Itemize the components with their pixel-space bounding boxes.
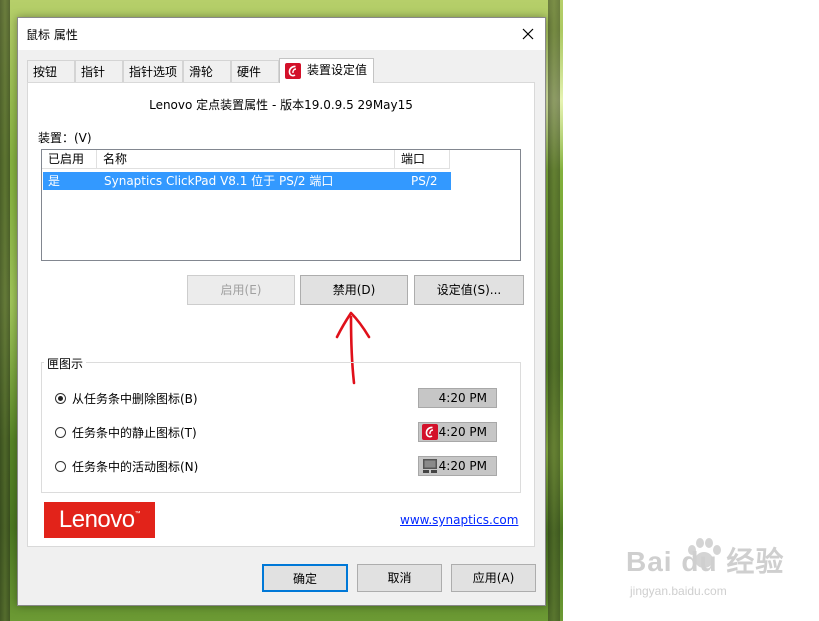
device-enabled: 是 [48,174,61,188]
synaptics-link[interactable]: www.synaptics.com [400,513,518,527]
radio-label: 任务条中的活动图标(N) [72,460,199,474]
close-icon [522,28,534,40]
window-title: 鼠标 属性 [26,28,78,42]
mouse-properties-dialog: 鼠标 属性 按钮 指针 指针选项 滑轮 硬件 装置设定值 Lenovo 定点装置… [17,17,546,606]
tray-time: 4:20 PM [438,391,487,405]
version-text: Lenovo 定点装置属性 - 版本19.0.9.5 29May15 [149,98,413,112]
logo-text: Lenovo [58,506,135,533]
column-enabled[interactable]: 已启用 [42,150,97,169]
tab-label: 指针 [81,65,106,79]
device-list[interactable]: 已启用 名称 端口 是 Synaptics ClickPad V8.1 位于 P… [41,149,521,261]
watermark-main: Bai du 经验 [626,546,785,577]
tree-trunk [0,0,10,621]
radio-dot[interactable] [55,427,66,438]
tray-preview-static: 4:20 PM [418,422,497,442]
device-name: Synaptics ClickPad V8.1 位于 PS/2 端口 [104,174,334,188]
synaptics-icon [285,62,301,79]
tab-label: 硬件 [237,65,262,79]
tab-label: 装置设定值 [307,63,368,77]
device-settings-panel: Lenovo 定点装置属性 - 版本19.0.9.5 29May15 装置：(V… [27,82,535,547]
watermark-url: jingyan.baidu.com [630,584,727,598]
settings-button[interactable]: 设定值(S)... [414,275,524,305]
close-button[interactable] [516,22,540,46]
tab-label: 按钮 [33,65,58,79]
synaptics-icon [422,424,438,440]
tab-label: 滑轮 [189,65,214,79]
tray-preview-active: 4:20 PM [418,456,497,476]
touchpad-icon [423,459,437,473]
tray-group-title: 匣图示 [44,355,87,372]
device-list-header: 已启用 名称 端口 [42,150,520,169]
tab-wheel[interactable]: 滑轮 [183,60,231,82]
radio-active-icon[interactable]: 任务条中的活动图标(N) [55,459,198,475]
tab-device-settings[interactable]: 装置设定值 [279,58,374,83]
lenovo-logo: Lenovo™ [44,502,155,538]
device-row[interactable]: 是 Synaptics ClickPad V8.1 位于 PS/2 端口 PS/… [43,172,451,190]
radio-static-icon[interactable]: 任务条中的静止图标(T) [55,425,197,441]
tray-preview-none: 4:20 PM [418,388,497,408]
baidu-watermark: Bai du 经验 jingyan.baidu.com [626,538,796,610]
blank-area [563,0,819,621]
cancel-button[interactable]: 取消 [357,564,442,592]
tree-trunk [548,0,560,621]
radio-label: 任务条中的静止图标(T) [72,426,197,440]
radio-remove-icon[interactable]: 从任务条中删除图标(B) [55,391,198,407]
column-port[interactable]: 端口 [395,150,450,169]
tray-time: 4:20 PM [438,459,487,473]
tray-time: 4:20 PM [438,425,487,439]
device-port: PS/2 [411,174,438,188]
tab-buttons[interactable]: 按钮 [27,60,75,82]
tab-hardware[interactable]: 硬件 [231,60,279,82]
column-name[interactable]: 名称 [97,150,395,169]
radio-label: 从任务条中删除图标(B) [72,392,198,406]
ok-button[interactable]: 确定 [262,564,348,592]
devices-label: 装置：(V) [38,131,92,145]
tab-pointer-options[interactable]: 指针选项 [123,60,183,82]
tab-pointers[interactable]: 指针 [75,60,123,82]
radio-dot[interactable] [55,393,66,404]
radio-dot[interactable] [55,461,66,472]
apply-button[interactable]: 应用(A) [451,564,536,592]
tab-label: 指针选项 [129,65,178,79]
title-bar[interactable]: 鼠标 属性 [18,18,545,50]
enable-button[interactable]: 启用(E) [187,275,295,305]
disable-button[interactable]: 禁用(D) [300,275,408,305]
